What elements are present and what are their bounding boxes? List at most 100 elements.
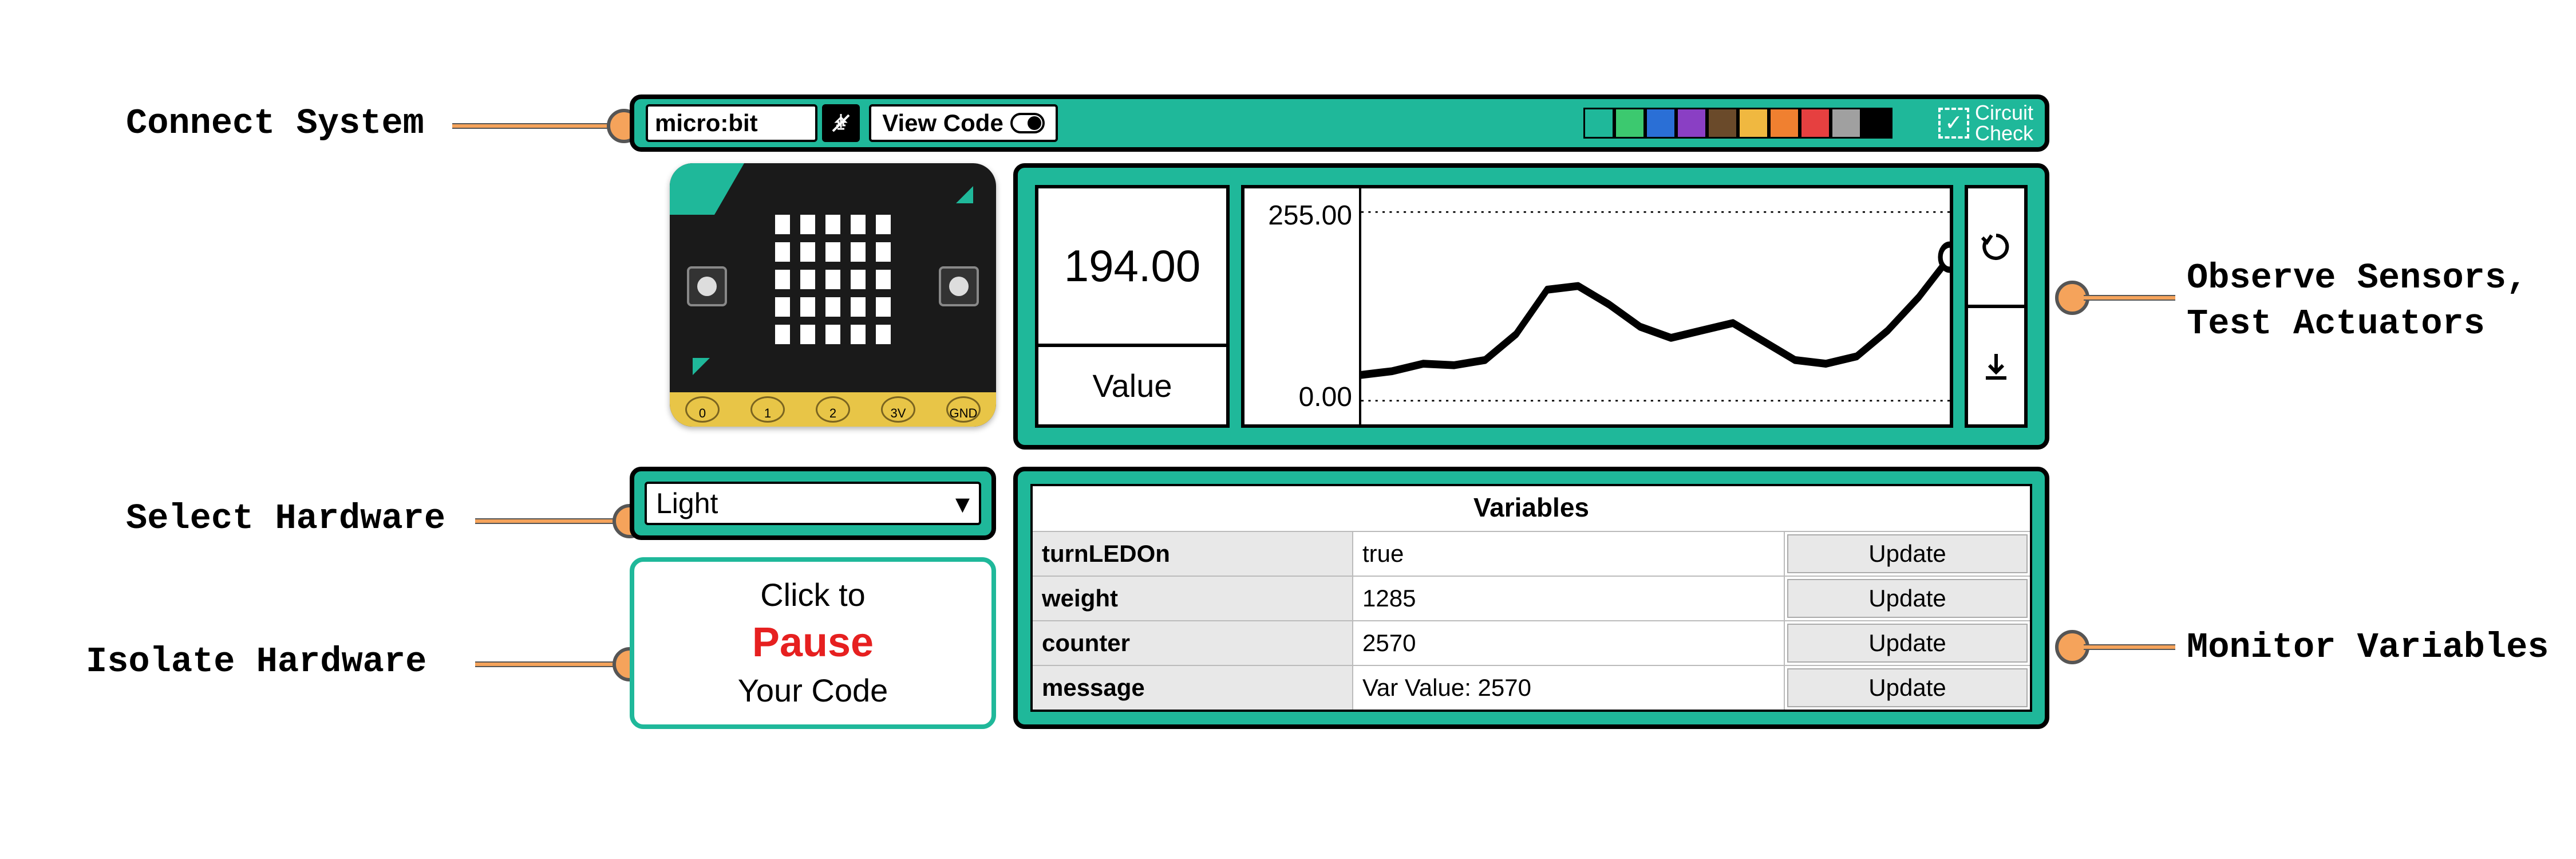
led-pixel — [876, 270, 891, 289]
y-axis-max: 255.00 — [1268, 200, 1352, 231]
device-select[interactable]: micro:bit — [646, 104, 817, 142]
led-pixel — [851, 215, 866, 234]
variable-value-input[interactable]: 1285 — [1353, 577, 1785, 620]
variable-name: weight — [1033, 577, 1353, 620]
led-pixel — [775, 242, 790, 262]
pin-0[interactable]: 0 — [685, 396, 720, 423]
led-pixel — [800, 215, 815, 234]
pause-code-button[interactable]: Click to Pause Your Code — [630, 557, 996, 729]
led-pixel — [825, 242, 840, 262]
pin-1[interactable]: 1 — [750, 396, 785, 423]
button-a-marker-icon — [693, 358, 710, 375]
reset-chart-button[interactable] — [1968, 188, 2024, 308]
variable-name: turnLEDOn — [1033, 532, 1353, 576]
top-toolbar: micro:bit View Code ✓ Circuit Check — [630, 94, 2049, 152]
variable-value-input[interactable]: Var Value: 2570 — [1353, 666, 1785, 710]
pause-word: Pause — [752, 616, 874, 670]
callout-line — [452, 123, 613, 129]
sensor-value-label: Value — [1038, 347, 1226, 424]
led-matrix — [775, 215, 891, 344]
color-swatch[interactable] — [1738, 108, 1769, 139]
led-pixel — [825, 215, 840, 234]
variables-title: Variables — [1033, 486, 2030, 531]
color-swatch[interactable] — [1707, 108, 1738, 139]
callout-line — [2084, 295, 2175, 301]
annotation-monitor: Monitor Variables — [2187, 627, 2549, 668]
toggle-switch-icon — [1010, 113, 1045, 133]
logo-text-1: Circuit — [1975, 103, 2033, 123]
variable-value-input[interactable]: 2570 — [1353, 621, 1785, 665]
led-pixel — [851, 297, 866, 317]
led-pixel — [825, 325, 840, 344]
button-b-marker-icon — [956, 186, 973, 203]
pause-line-1: Click to — [760, 574, 866, 616]
variable-value-input[interactable]: true — [1353, 532, 1785, 576]
pin-GND[interactable]: GND — [946, 396, 981, 423]
variable-row: weight1285Update — [1033, 576, 2030, 620]
variable-row: messageVar Value: 2570Update — [1033, 665, 2030, 710]
led-pixel — [825, 270, 840, 289]
usb-disconnect-icon[interactable] — [822, 104, 860, 142]
download-chart-button[interactable] — [1968, 308, 2024, 424]
button-b[interactable] — [939, 266, 979, 306]
view-code-label: View Code — [882, 109, 1003, 137]
sensor-value: 194.00 — [1038, 188, 1226, 347]
led-pixel — [775, 270, 790, 289]
app-logo: ✓ Circuit Check — [1938, 103, 2033, 144]
update-button[interactable]: Update — [1787, 579, 2028, 618]
annotation-select-hardware: Select Hardware — [126, 498, 445, 539]
variable-row: turnLEDOntrueUpdate — [1033, 531, 2030, 576]
sensor-panel: 194.00 Value 255.00 0.00 — [1013, 163, 2049, 450]
update-button[interactable]: Update — [1787, 534, 2028, 573]
variable-row: counter2570Update — [1033, 620, 2030, 665]
variable-name: counter — [1033, 621, 1353, 665]
device-select-value: micro:bit — [655, 109, 758, 137]
annotation-isolate-hardware: Isolate Hardware — [86, 641, 426, 682]
led-pixel — [851, 325, 866, 344]
variables-table: turnLEDOntrueUpdateweight1285Updatecount… — [1033, 531, 2030, 710]
update-button[interactable]: Update — [1787, 668, 2028, 707]
view-code-toggle[interactable]: View Code — [869, 104, 1058, 142]
annotation-connect: Connect System — [126, 103, 424, 144]
microbit-board-preview: 0 1 2 3V GND — [630, 163, 996, 450]
logo-text-2: Check — [1975, 123, 2033, 144]
hardware-select-value: Light — [656, 487, 718, 520]
annotation-observe-1: Observe Sensors, — [2187, 258, 2527, 298]
led-pixel — [876, 297, 891, 317]
update-button[interactable]: Update — [1787, 624, 2028, 663]
led-pixel — [876, 215, 891, 234]
color-swatch[interactable] — [1862, 108, 1893, 139]
led-pixel — [825, 297, 840, 317]
led-pixel — [775, 297, 790, 317]
led-pixel — [800, 325, 815, 344]
sensor-chart: 255.00 0.00 — [1241, 185, 1953, 428]
pause-line-2: Your Code — [738, 670, 888, 712]
color-swatch[interactable] — [1800, 108, 1831, 139]
hardware-select[interactable]: Light ▾ — [645, 482, 981, 525]
led-pixel — [775, 215, 790, 234]
color-swatch[interactable] — [1645, 108, 1676, 139]
callout-line — [2084, 644, 2175, 650]
pin-3V[interactable]: 3V — [881, 396, 915, 423]
led-pixel — [851, 270, 866, 289]
pin-2[interactable]: 2 — [816, 396, 850, 423]
y-axis-min: 0.00 — [1299, 381, 1352, 413]
callout-line — [475, 518, 618, 524]
led-pixel — [851, 242, 866, 262]
color-swatch[interactable] — [1583, 108, 1614, 139]
led-pixel — [800, 297, 815, 317]
button-a[interactable] — [687, 266, 727, 306]
color-swatch[interactable] — [1676, 108, 1707, 139]
variables-panel: Variables turnLEDOntrueUpdateweight1285U… — [1013, 467, 2049, 729]
led-pixel — [876, 242, 891, 262]
sensor-value-box: 194.00 Value — [1035, 185, 1230, 428]
color-swatch[interactable] — [1614, 108, 1645, 139]
color-swatch[interactable] — [1831, 108, 1862, 139]
hardware-select-panel: Light ▾ — [630, 467, 996, 540]
variable-name: message — [1033, 666, 1353, 710]
chart-plot-area — [1359, 188, 1950, 424]
color-swatch[interactable] — [1769, 108, 1800, 139]
led-pixel — [800, 270, 815, 289]
color-palette — [1583, 108, 1893, 139]
checkmark-icon: ✓ — [1938, 108, 1969, 139]
